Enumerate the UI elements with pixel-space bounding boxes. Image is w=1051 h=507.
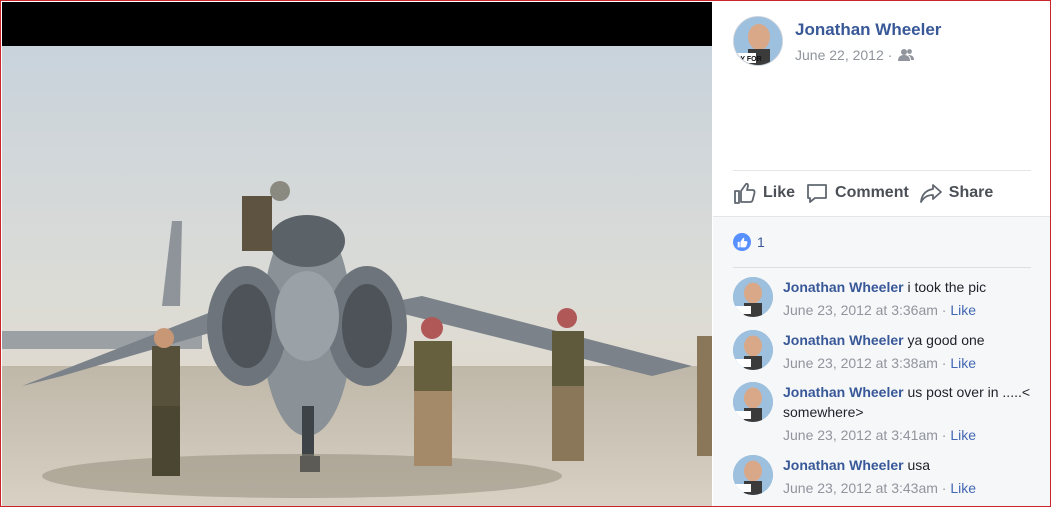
comments-section: 1 Jonathan Wheeler i took the pic June 2… [713, 216, 1050, 506]
comment-author[interactable]: Jonathan Wheeler [783, 457, 904, 473]
comment-timestamp[interactable]: June 23, 2012 at 3:43am [783, 480, 938, 496]
comment-meta: June 23, 2012 at 3:38am · Like [783, 353, 1049, 373]
comment-avatar[interactable] [733, 455, 773, 495]
comment-button[interactable]: Comment [805, 181, 909, 205]
post-meta: June 22, 2012 · [795, 47, 915, 63]
comment-icon [807, 184, 827, 203]
like-button[interactable]: Like [733, 181, 795, 205]
comment-avatar[interactable] [733, 330, 773, 370]
avatar-photo: AY FOR [734, 17, 782, 65]
comment-meta-separator: · [941, 480, 947, 496]
share-button[interactable]: Share [919, 181, 993, 205]
avatar-caption: AY FOR [736, 56, 762, 63]
post-actions: Like Comment Share [733, 178, 1031, 208]
comment-timestamp[interactable]: June 23, 2012 at 3:38am [783, 355, 938, 371]
comment-author[interactable]: Jonathan Wheeler [783, 384, 904, 400]
comment-like-link[interactable]: Like [950, 427, 976, 443]
comment-meta-separator: · [941, 355, 947, 371]
photo-image [2, 46, 712, 506]
thumbs-up-icon [734, 182, 756, 204]
share-icon [919, 184, 942, 203]
comment-body: Jonathan Wheeler us post over in .....< … [783, 382, 1049, 445]
author-avatar[interactable]: AY FOR [733, 16, 783, 66]
post-date[interactable]: June 22, 2012 [795, 47, 884, 63]
comment-body: Jonathan Wheeler ya good one June 23, 20… [783, 330, 1049, 373]
comment-meta: June 23, 2012 at 3:36am · Like [783, 300, 1049, 320]
comment-like-link[interactable]: Like [950, 480, 976, 496]
like-reaction-icon [733, 233, 751, 251]
reactions-divider [733, 267, 1031, 268]
meta-separator: · [887, 47, 893, 63]
comment-label: Comment [835, 184, 909, 201]
post-author-name[interactable]: Jonathan Wheeler [795, 20, 941, 40]
post-side-panel: AY FOR Jonathan Wheeler June 22, 2012 · [713, 2, 1050, 506]
share-label: Share [948, 184, 994, 201]
comment-author[interactable]: Jonathan Wheeler [783, 332, 904, 348]
comment-like-link[interactable]: Like [950, 355, 976, 371]
comment-meta: June 23, 2012 at 3:43am · Like [783, 478, 1049, 498]
comment-timestamp[interactable]: June 23, 2012 at 3:41am [783, 427, 938, 443]
comment-text: i took the pic [907, 279, 987, 295]
comment-meta-separator: · [941, 427, 947, 443]
friends-icon[interactable] [898, 48, 915, 62]
comment-meta: June 23, 2012 at 3:41am · Like [783, 425, 1049, 445]
comment-text: ya good one [907, 332, 985, 348]
photo-letterbox [2, 2, 712, 46]
post-photo[interactable] [2, 2, 712, 506]
comment-text: usa [907, 457, 931, 473]
comment-body: Jonathan Wheeler usa June 23, 2012 at 3:… [783, 455, 1049, 498]
comment-avatar[interactable] [733, 277, 773, 317]
comment-meta-separator: · [941, 302, 947, 318]
comment-body: Jonathan Wheeler i took the pic June 23,… [783, 277, 1049, 320]
comment-like-link[interactable]: Like [950, 302, 976, 318]
post-header: AY FOR Jonathan Wheeler June 22, 2012 · [733, 16, 1043, 76]
reactions-summary[interactable]: 1 [733, 233, 765, 251]
actions-top-divider [733, 170, 1031, 171]
comment-avatar[interactable] [733, 382, 773, 422]
reaction-count: 1 [757, 234, 765, 250]
comment-author[interactable]: Jonathan Wheeler [783, 279, 904, 295]
screenshot-frame: AY FOR Jonathan Wheeler June 22, 2012 · [0, 0, 1051, 507]
comment-timestamp[interactable]: June 23, 2012 at 3:36am [783, 302, 938, 318]
like-label: Like [763, 184, 796, 201]
